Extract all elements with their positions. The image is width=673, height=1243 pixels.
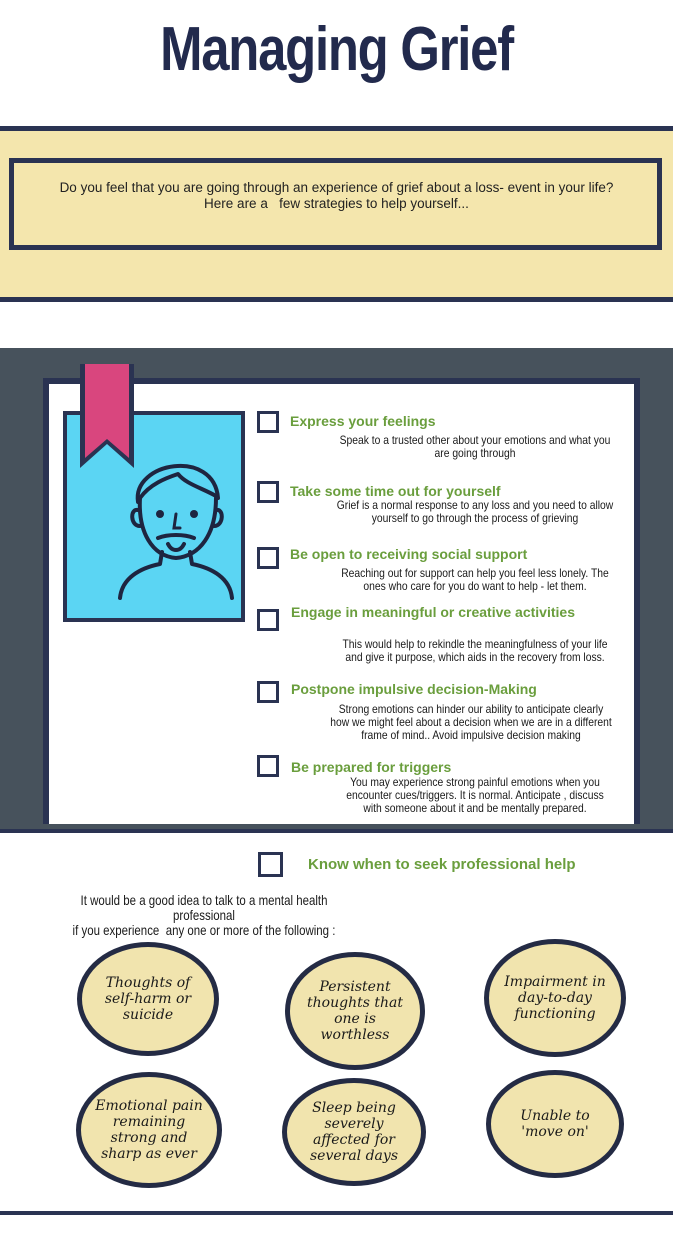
strategy-title: Postpone impulsive decision-Making [291, 681, 537, 697]
strategy-desc: Speak to a trusted other about your emot… [339, 433, 611, 460]
warning-sign-bubble: Sleep being severely affected for severa… [282, 1078, 426, 1186]
warning-sign-bubble: Emotional pain remaining strong and shar… [76, 1072, 222, 1188]
professional-help-intro: It would be a good idea to talk to a men… [72, 892, 336, 938]
strategy-desc: Reaching out for support can help you fe… [341, 566, 609, 593]
warning-sign-bubble: Unable to 'move on' [486, 1070, 624, 1178]
checkbox[interactable] [257, 681, 279, 703]
bottom-divider [0, 1211, 673, 1215]
intro-line-1: Do you feel that you are going through a… [59, 180, 614, 195]
checkbox[interactable] [257, 411, 279, 433]
checkbox[interactable] [257, 609, 279, 631]
strategy-title: Be open to receiving social support [290, 546, 528, 562]
strategy-title: Be prepared for triggers [291, 759, 452, 775]
bookmark-icon [80, 364, 134, 468]
professional-help-title: Know when to seek professional help [308, 856, 576, 873]
warning-sign-bubble: Impairment in day-to-day functioning [484, 939, 626, 1057]
checkbox[interactable] [257, 755, 279, 777]
intro-line-2: Here are a few strategies to help yourse… [204, 196, 469, 211]
page-title: Managing Grief [160, 15, 514, 84]
checkbox[interactable] [258, 852, 283, 877]
strategy-desc: This would help to rekindle the meaningf… [342, 637, 608, 664]
warning-sign-bubble: Persistent thoughts that one is worthles… [285, 952, 425, 1070]
strategy-desc: Grief is a normal response to any loss a… [336, 498, 614, 525]
warning-sign-bubble: Thoughts of self-harm or suicide [77, 942, 219, 1056]
strategy-desc: Strong emotions can hinder our ability t… [330, 702, 612, 742]
checkbox[interactable] [257, 481, 279, 503]
strategy-title: Express your feelings [290, 413, 436, 429]
strategy-desc: You may experience strong painful emotio… [346, 775, 604, 815]
checkbox[interactable] [257, 547, 279, 569]
strategy-title: Take some time out for yourself [290, 483, 501, 499]
section-divider [0, 829, 673, 833]
intro-text: Do you feel that you are going through a… [14, 180, 659, 212]
strategy-title: Engage in meaningful or creative activit… [291, 604, 575, 620]
